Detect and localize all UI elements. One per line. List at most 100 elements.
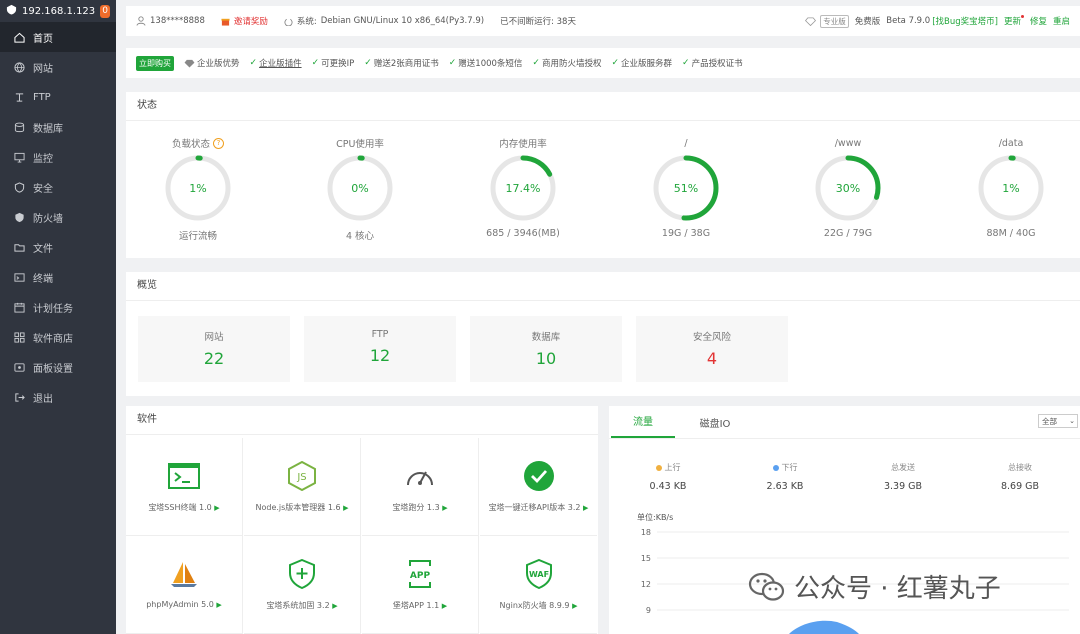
sidebar-item-11[interactable]: 面板设置 (0, 352, 116, 382)
network-interface-select[interactable]: 全部 ⌄ (1038, 414, 1078, 428)
enterprise-feature-0[interactable]: ✓ 企业版插件 (250, 57, 302, 69)
sidebar-item-2[interactable]: FTP (0, 82, 116, 112)
check-icon: ✓ (532, 58, 540, 68)
enterprise-feature-5[interactable]: ✓ 企业版服务群 (611, 57, 672, 69)
speedometer-icon (362, 460, 478, 492)
sidebar-item-0[interactable]: 首页 (0, 22, 116, 52)
user-phone: 138****8888 (150, 16, 205, 26)
check-icon: ✓ (249, 58, 258, 68)
restart-button[interactable]: 重启 (1053, 15, 1070, 27)
software-item-4[interactable]: phpMyAdmin 5.0 ▶ (126, 536, 243, 634)
overview-card-1[interactable]: FTP 12 (304, 316, 456, 382)
sidebar-item-10[interactable]: 软件商店 (0, 322, 116, 352)
bug-reward-link[interactable]: [找Bug奖宝塔币] (932, 15, 998, 27)
gauge-ring: 1% (165, 155, 231, 221)
enterprise-feature-3[interactable]: ✓ 赠送1000条短信 (449, 57, 523, 69)
software-item-5[interactable]: 宝塔系统加固 3.2 ▶ (244, 536, 361, 634)
sidebar-header: 192.168.1.123 0 (0, 0, 116, 22)
update-button[interactable]: 更新 (1004, 15, 1024, 27)
status-gauge-1[interactable]: CPU使用率 0% 4 核心 (300, 136, 420, 242)
gauge-sub: 19G / 38G (661, 228, 711, 239)
gauge-value: 1% (189, 182, 206, 195)
software-item-2[interactable]: 宝塔跑分 1.3 ▶ (362, 438, 479, 536)
sidebar-item-label: FTP (33, 91, 51, 103)
network-stat-label: 下行 (781, 463, 798, 472)
diamond-icon (184, 59, 195, 68)
status-gauge-4[interactable]: /www 30% 22G / 79G (788, 136, 908, 239)
enterprise-feature-6[interactable]: ✓ 产品授权证书 (682, 57, 743, 69)
software-name: Node.js版本管理器 1.6 ▶ (255, 503, 349, 512)
sidebar-item-5[interactable]: 安全 (0, 172, 116, 202)
status-gauge-5[interactable]: /data 1% 88M / 40G (951, 136, 1071, 239)
chart-y-tick: 12 (641, 580, 651, 589)
sidebar-item-4[interactable]: 监控 (0, 142, 116, 172)
enterprise-feature-1[interactable]: ✓ 可更换IP (312, 57, 355, 69)
notification-badge[interactable]: 0 (100, 4, 110, 18)
play-arrow-icon: ▶ (441, 602, 448, 610)
sidebar-item-label: 文件 (33, 243, 53, 255)
play-arrow-icon: ▶ (583, 504, 589, 512)
enterprise-advantage[interactable]: 企业版优势 (184, 57, 240, 69)
overview-card-label: 网站 (204, 332, 224, 343)
repair-button[interactable]: 修复 (1030, 15, 1047, 27)
sidebar-item-6[interactable]: 防火墙 (0, 202, 116, 232)
host-address: 192.168.1.123 (22, 5, 96, 17)
chart-y-tick: 15 (641, 554, 651, 563)
software-item-3[interactable]: 宝塔一键迁移API版本 3.2 ▶ (480, 438, 597, 536)
shield-icon (14, 181, 25, 193)
status-gauge-3[interactable]: / 51% 19G / 38G (626, 136, 746, 239)
software-item-1[interactable]: JS Node.js版本管理器 1.6 ▶ (244, 438, 361, 536)
overview-card-label: FTP (371, 329, 389, 340)
sidebar-item-3[interactable]: 数据库 (0, 112, 116, 142)
status-title: 状态 (126, 92, 1080, 121)
sidebar-item-label: 防火墙 (33, 213, 63, 225)
play-arrow-icon: ▶ (332, 602, 338, 610)
tab-traffic[interactable]: 流量 (611, 413, 675, 438)
user-account[interactable]: 138****8888 (136, 16, 205, 26)
tab-disk-io[interactable]: 磁盘IO (683, 415, 747, 438)
software-name: 堡塔APP 1.1 ▶ (392, 601, 448, 610)
gauge-value: 17.4% (506, 182, 541, 195)
pro-edition-tag[interactable]: 专业版 (805, 14, 849, 28)
logout-icon (15, 392, 25, 402)
network-stat-label: 上行 (664, 463, 681, 472)
wechat-icon (748, 572, 785, 601)
status-gauge-2[interactable]: 内存使用率 17.4% 685 / 3946(MB) (463, 136, 583, 239)
sidebar-item-label: 监控 (33, 153, 53, 165)
software-item-7[interactable]: WAF Nginx防火墙 8.9.9 ▶ (480, 536, 597, 634)
gauge-sub: 88M / 40G (986, 228, 1036, 239)
enterprise-bar: 立即购买 企业版优势 ✓ 企业版插件 ✓ 可更换IP ✓ 赠送2张商用证书 ✓ 赠送1000条… (126, 48, 1080, 78)
sidebar-item-1[interactable]: 网站 (0, 52, 116, 82)
network-stat-value: 8.69 GB (1000, 481, 1040, 492)
play-arrow-icon: ▶ (572, 602, 578, 610)
overview-card-3[interactable]: 安全风险 4 (636, 316, 788, 382)
sidebar-item-8[interactable]: 终端 (0, 262, 116, 292)
enterprise-feature-4[interactable]: ✓ 商用防火墙授权 (532, 57, 601, 69)
gauge-label: /data (998, 137, 1024, 149)
folder-icon (14, 243, 25, 252)
sidebar-item-9[interactable]: 计划任务 (0, 292, 116, 322)
overview-card-value: 10 (535, 349, 557, 368)
svg-text:WAF: WAF (528, 570, 548, 579)
sidebar-item-7[interactable]: 文件 (0, 232, 116, 262)
uptime: 已不间断运行: 38天 (500, 17, 576, 27)
software-name: 宝塔系统加固 3.2 ▶ (266, 601, 338, 610)
software-item-0[interactable]: 宝塔SSH终端 1.0 ▶ (126, 438, 243, 536)
status-gauge-0[interactable]: 负载状态? 1% 运行流畅 (138, 136, 258, 242)
overview-card-2[interactable]: 数据库 10 (470, 316, 622, 382)
svg-text:JS: JS (296, 472, 306, 483)
help-icon[interactable]: ? (213, 137, 224, 149)
overview-card-0[interactable]: 网站 22 (138, 316, 290, 382)
sidebar-item-label: 软件商店 (33, 333, 73, 345)
buy-now-button[interactable]: 立即购买 (136, 55, 174, 71)
network-stat-label: 总发送 (891, 463, 915, 472)
invite-reward-link[interactable]: 邀请奖励 (221, 15, 268, 27)
check-circle-icon (480, 460, 597, 492)
play-arrow-icon: ▶ (343, 504, 349, 512)
software-name: Nginx防火墙 8.9.9 ▶ (499, 601, 578, 610)
sidebar-item-12[interactable]: 退出 (0, 382, 116, 412)
gauge-ring: 0% (327, 155, 393, 221)
software-item-6[interactable]: APP 堡塔APP 1.1 ▶ (362, 536, 479, 634)
enterprise-feature-2[interactable]: ✓ 赠送2张商用证书 (364, 57, 438, 69)
software-name: 宝塔SSH终端 1.0 ▶ (148, 503, 220, 512)
